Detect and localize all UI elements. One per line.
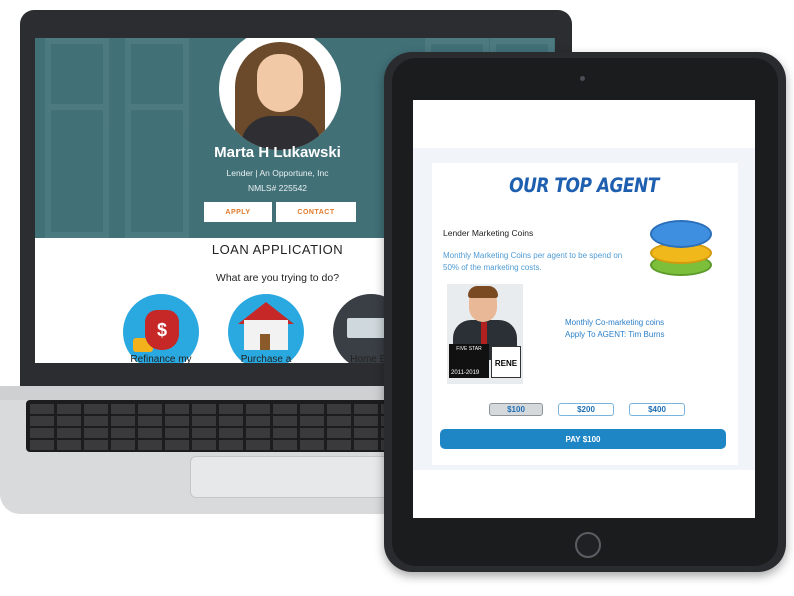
five-star-badge: FIVE STAR 2011-2019: [449, 344, 489, 378]
top-agent-heading: OUR TOP AGENT: [509, 174, 659, 198]
money-bag-icon: $: [145, 310, 179, 350]
comarketing-text: Monthly Co-marketing coins: [565, 318, 665, 327]
amount-200-button[interactable]: $200: [558, 403, 614, 416]
agent-hair: [468, 286, 498, 298]
apply-button[interactable]: APPLY: [204, 202, 272, 222]
badge-text: FIVE STAR: [456, 346, 482, 352]
trackpad: [190, 456, 392, 498]
door-icon: [260, 334, 270, 350]
amount-400-button[interactable]: $400: [629, 403, 685, 416]
apply-agent-text: Apply To AGENT: Tim Burns: [565, 330, 665, 339]
avatar: [219, 38, 341, 150]
agent-sign: RENE: [491, 346, 521, 378]
pay-button[interactable]: PAY $100: [440, 429, 726, 449]
option-label: Purchase a: [240, 354, 292, 363]
coin-stack-icon: [650, 214, 712, 278]
refinance-option[interactable]: $: [123, 294, 199, 363]
avatar-face: [257, 54, 303, 112]
coin-blue: [650, 220, 712, 248]
camera-icon: [580, 76, 585, 81]
purchase-option[interactable]: [228, 294, 304, 363]
home-button[interactable]: [575, 532, 601, 558]
amount-100-button[interactable]: $100: [489, 403, 543, 416]
contact-button[interactable]: CONTACT: [276, 202, 356, 222]
coins-section-title: Lender Marketing Coins: [443, 228, 534, 238]
badge-years: 2011-2019: [451, 370, 480, 376]
coins-description: Monthly Marketing Coins per agent to be …: [443, 251, 623, 272]
agent-photo: FIVE STAR 2011-2019 RENE: [447, 284, 523, 384]
option-label: Refinance my: [130, 354, 192, 363]
tablet-screen: OUR TOP AGENT Lender Marketing Coins Mon…: [413, 100, 755, 518]
